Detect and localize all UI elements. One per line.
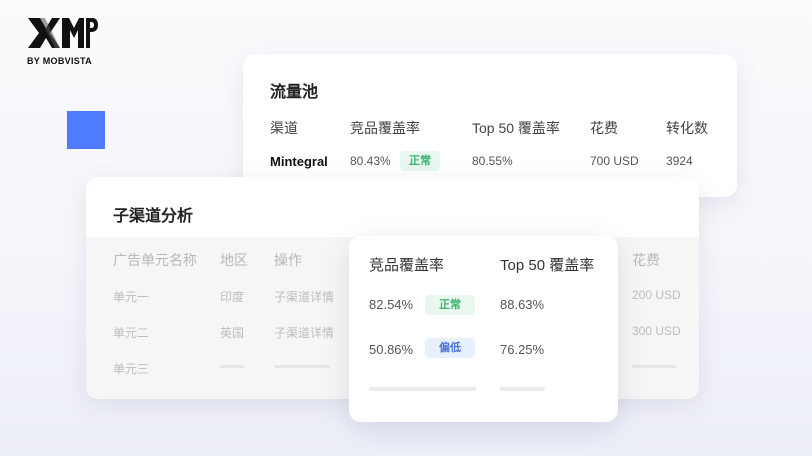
col-header-spend: 花费 — [590, 120, 618, 136]
logo-subtitle: BY MOBVISTA — [27, 56, 92, 66]
ad-unit-name: 单元三 — [113, 362, 150, 376]
col-header-conversions: 转化数 — [666, 120, 708, 136]
ad-unit-name: 单元一 — [113, 290, 150, 304]
status-badge: 正常 — [400, 151, 440, 171]
col-header-region: 地区 — [220, 252, 248, 268]
competitor-coverage-value: 82.54% — [369, 297, 414, 312]
col-header-ad-unit: 广告单元名称 — [113, 252, 197, 268]
placeholder-bar — [369, 387, 476, 391]
conversions-value: 3924 — [666, 154, 693, 168]
col-header-competitor-coverage: 竞品覆盖率 — [350, 120, 420, 136]
col-header-top50-coverage: Top 50 覆盖率 — [472, 120, 560, 136]
traffic-pool-card: 流量池 渠道 竞品覆盖率 Top 50 覆盖率 花费 转化数 Mintegral… — [243, 54, 737, 197]
spend-value: 300 USD — [632, 324, 681, 338]
top50-coverage-value: 80.55% — [472, 154, 513, 168]
channel-name: Mintegral — [270, 154, 328, 169]
placeholder-line — [632, 365, 676, 368]
col-header-competitor-coverage: 竞品覆盖率 — [369, 257, 445, 274]
placeholder-line — [274, 365, 330, 368]
col-header-action: 操作 — [274, 252, 302, 268]
region-value: 英国 — [220, 326, 245, 340]
sub-channel-detail-link[interactable]: 子渠道详情 — [274, 288, 334, 305]
ad-unit-name: 单元二 — [113, 326, 150, 340]
spend-value: 200 USD — [632, 288, 681, 302]
competitor-coverage-value: 80.43% — [350, 154, 391, 168]
decorative-square — [67, 111, 105, 149]
col-header-channel: 渠道 — [270, 120, 298, 136]
top50-coverage-value: 76.25% — [500, 342, 545, 357]
xmp-logo: BY MOBVISTA — [26, 16, 136, 66]
sub-channel-detail-link[interactable]: 子渠道详情 — [274, 324, 334, 341]
region-value: 印度 — [220, 290, 245, 304]
traffic-pool-title: 流量池 — [270, 84, 319, 101]
sub-channel-title: 子渠道分析 — [113, 208, 194, 225]
spend-value: 700 USD — [590, 154, 639, 168]
xmp-logo-mark — [28, 18, 98, 48]
col-header-spend: 花费 — [632, 252, 660, 268]
status-badge: 偏低 — [425, 338, 475, 358]
coverage-detail-card: 竞品覆盖率 Top 50 覆盖率 82.54% 正常 88.63% 50.86%… — [349, 236, 618, 422]
competitor-coverage-value: 50.86% — [369, 342, 414, 357]
top50-coverage-value: 88.63% — [500, 297, 545, 312]
status-badge: 正常 — [425, 295, 475, 315]
placeholder-bar — [500, 387, 545, 391]
col-header-top50-coverage: Top 50 覆盖率 — [500, 257, 595, 274]
placeholder-line — [220, 365, 244, 368]
